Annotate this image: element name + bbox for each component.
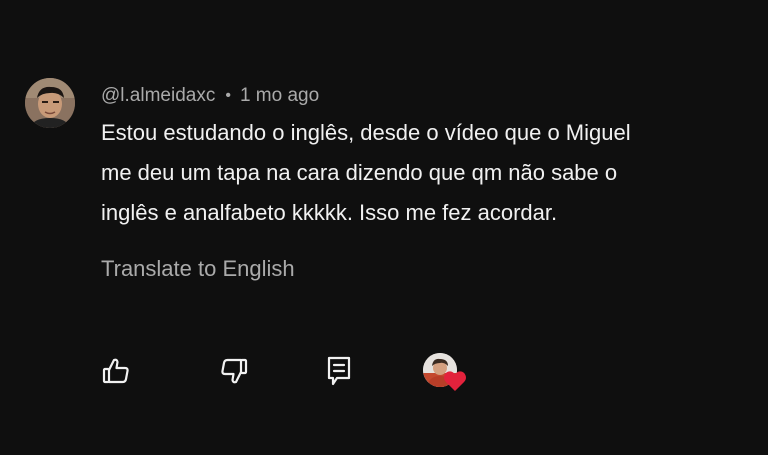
comment-timestamp[interactable]: 1 mo ago [240, 85, 319, 107]
reply-button[interactable] [321, 352, 357, 390]
translate-link[interactable]: Translate to English [101, 256, 295, 282]
heart-icon [444, 371, 466, 391]
like-button[interactable] [98, 352, 134, 390]
reply-icon [327, 356, 351, 386]
author-avatar[interactable] [25, 78, 75, 128]
comment-actions [0, 348, 768, 398]
comment-text-line: me deu um tapa na cara dizendo que qm nã… [101, 160, 618, 185]
dislike-button[interactable] [216, 352, 252, 390]
comment-text-line: inglês e analfabeto kkkkk. Isso me fez a… [101, 200, 558, 225]
comment-meta: @l.almeidaxc • 1 mo ago [101, 84, 319, 108]
thumbs-up-icon [102, 358, 129, 384]
meta-separator: • [225, 87, 231, 104]
thumbs-down-icon [221, 358, 248, 384]
author-handle[interactable]: @l.almeidaxc [101, 85, 215, 107]
comment-text: Estou estudando o inglês, desde o vídeo … [101, 113, 751, 233]
creator-heart[interactable] [423, 353, 469, 395]
comment-text-line: Estou estudando o inglês, desde o vídeo … [101, 120, 631, 145]
comment: @l.almeidaxc • 1 mo ago Estou estudando … [0, 0, 768, 455]
